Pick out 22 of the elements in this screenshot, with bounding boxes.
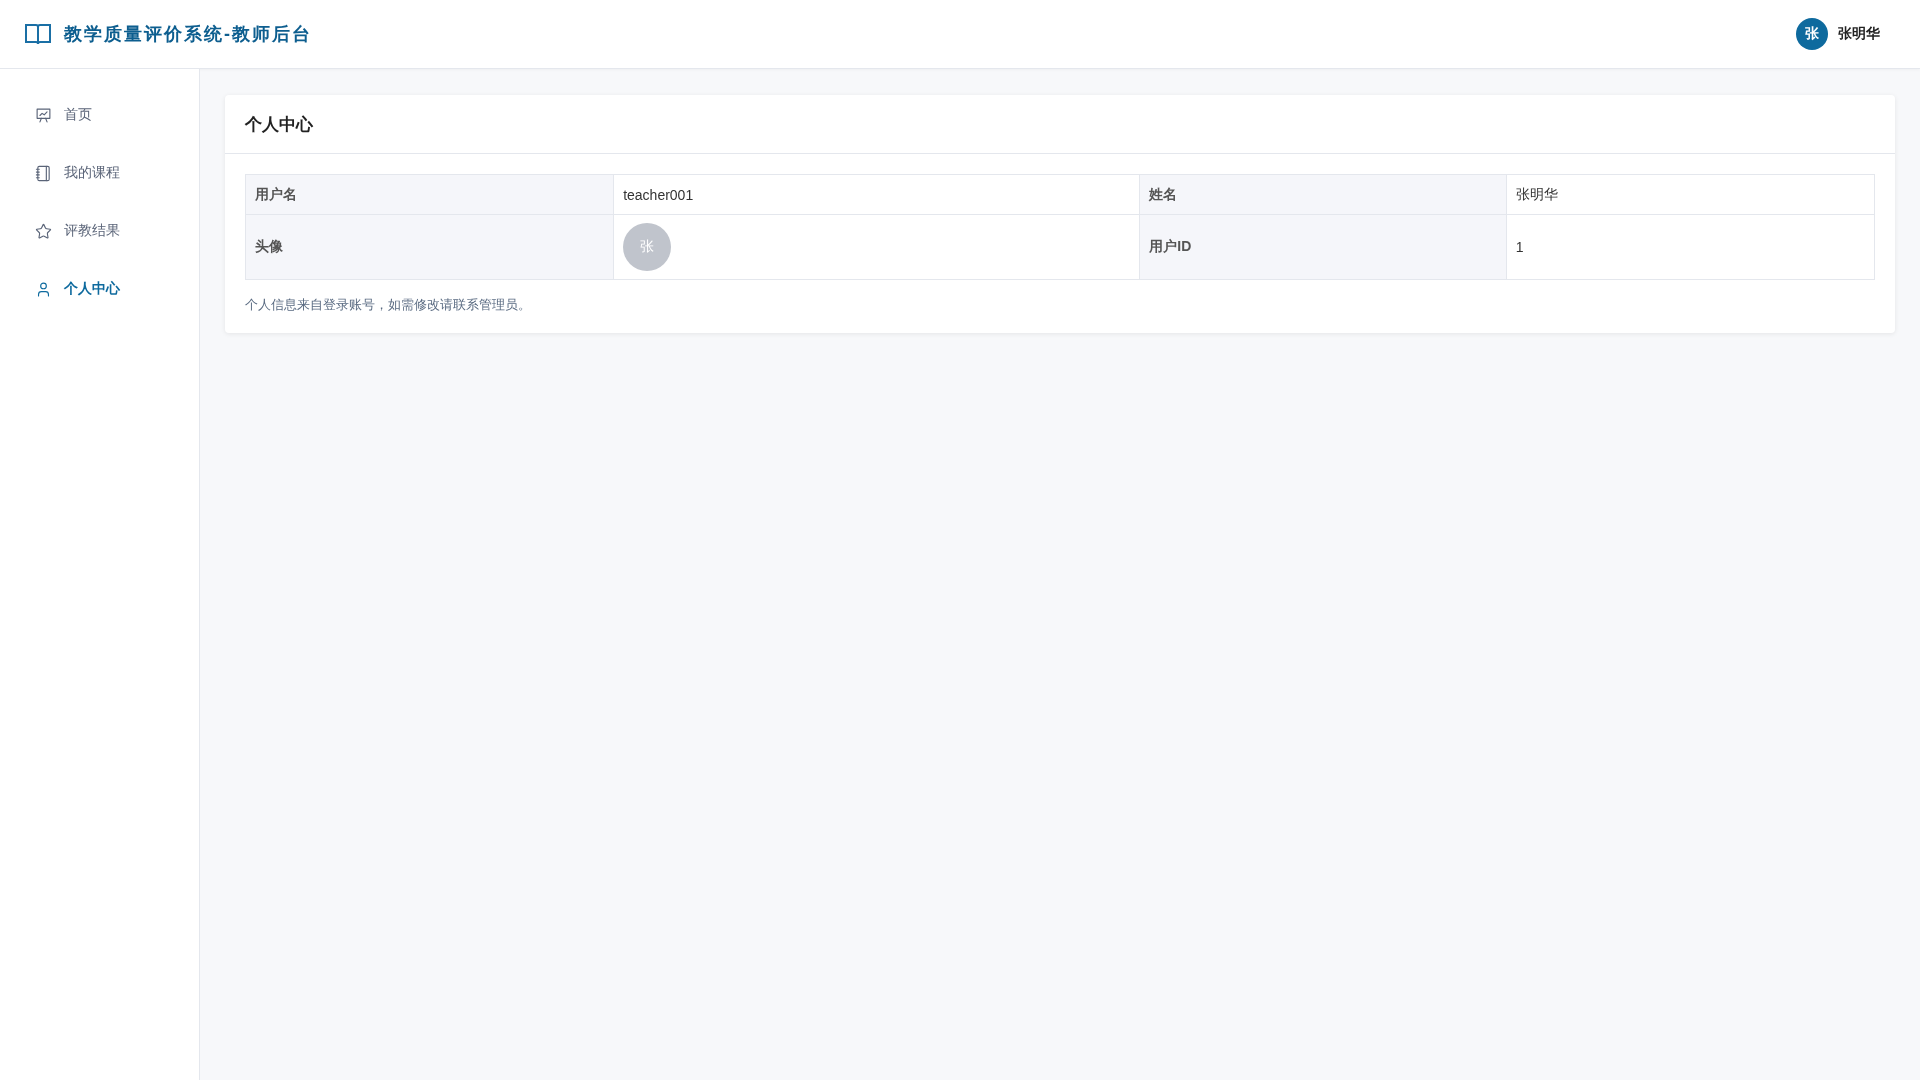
user-icon (35, 280, 52, 298)
user-name[interactable]: 张明华 (1838, 25, 1880, 43)
field-value-cell: 1 (1506, 214, 1875, 280)
nav-item[interactable]: 我的课程 (0, 144, 199, 202)
avatar: 张 (623, 223, 672, 271)
chart-board-icon (35, 106, 52, 124)
field-value-cell: 张明华 (1506, 174, 1875, 215)
field-value-cell: teacher001 (613, 174, 1140, 215)
book-icon (25, 23, 51, 45)
card-title: 个人中心 (245, 113, 313, 136)
info-note: 个人信息来自登录账号，如需修改请联系管理员。 (245, 296, 532, 314)
app-title: 教学质量评价系统-教师后台 (64, 23, 312, 46)
field-label-cell: 用户ID (1139, 214, 1507, 280)
field-label-cell: 姓名 (1139, 174, 1507, 215)
nav-item[interactable]: 个人中心 (0, 260, 199, 318)
field-label-cell: 头像 (245, 214, 614, 280)
user-avatar[interactable]: 张 (1796, 18, 1828, 50)
nav-item[interactable]: 评教结果 (0, 202, 199, 260)
nav-item[interactable]: 首页 (0, 86, 199, 144)
field-label-cell: 用户名 (245, 174, 614, 215)
notebook-icon (35, 164, 52, 182)
star-icon (35, 222, 52, 240)
